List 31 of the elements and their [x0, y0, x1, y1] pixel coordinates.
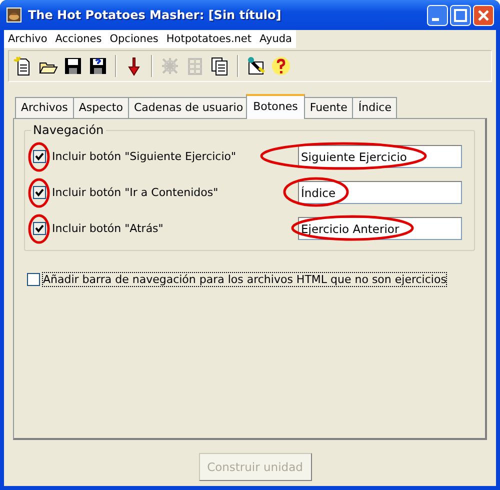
close-icon[interactable]	[473, 4, 494, 26]
minimize-icon[interactable]	[427, 4, 448, 26]
menu-item[interactable]: Opciones	[106, 32, 162, 46]
tab[interactable]: Aspecto	[72, 97, 129, 118]
menu-item[interactable]: Hotpotatoes.net	[162, 32, 256, 46]
checkbox[interactable]	[33, 150, 46, 163]
floppy-question-icon[interactable]	[88, 56, 108, 76]
menu-item[interactable]: Ayuda	[256, 32, 296, 46]
text-field[interactable]: Siguiente Ejercicio	[298, 145, 462, 168]
maximize-icon[interactable]	[450, 4, 471, 26]
checkbox-label: Incluir botón "Ir a Contenidos"	[52, 186, 218, 199]
menu-item[interactable]: Acciones	[51, 32, 106, 46]
tab[interactable]: Botones	[246, 94, 305, 119]
help-icon[interactable]	[271, 56, 291, 76]
menu-item[interactable]: Archivo	[4, 32, 52, 46]
magic-wand-icon[interactable]	[246, 56, 266, 76]
checkbox[interactable]	[33, 222, 46, 235]
annotation-ellipse	[283, 177, 349, 207]
tab[interactable]: Índice	[352, 97, 398, 118]
group-title: Navegación	[31, 123, 106, 137]
checkbox-label: Incluir botón "Atrás"	[52, 222, 164, 235]
checkbox-label: Añadir barra de navegación para los archivos HTML que no son ejercicios	[43, 273, 446, 286]
text-field[interactable]: Índice	[298, 181, 462, 204]
checkbox[interactable]	[27, 273, 40, 286]
window-title: The Hot Potatoes Masher: [Sin título]	[28, 8, 282, 22]
pages-icon[interactable]	[210, 56, 230, 76]
tab[interactable]: Archivos	[15, 97, 74, 118]
checkbox-label: Incluir botón "Siguiente Ejercicio"	[52, 150, 236, 163]
checkbox[interactable]	[33, 186, 46, 199]
app-icon	[6, 7, 22, 23]
tab[interactable]: Fuente	[304, 97, 354, 118]
